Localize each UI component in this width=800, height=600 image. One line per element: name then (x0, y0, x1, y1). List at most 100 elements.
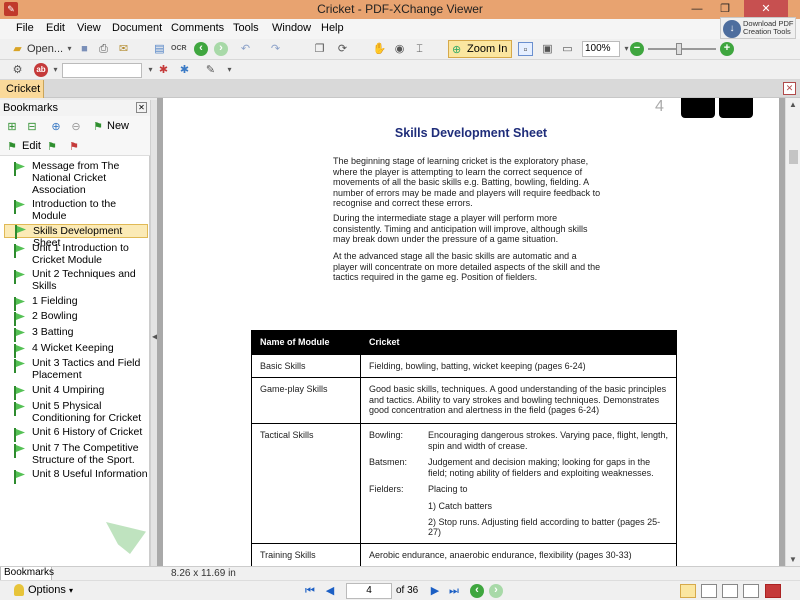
previous-view-icon[interactable]: ‹ (470, 584, 484, 598)
table-header-row: Name of Module Cricket (251, 330, 677, 355)
open-dropdown-icon[interactable]: ▾ (62, 42, 77, 56)
edit-bookmark-button[interactable]: Edit (6, 140, 41, 152)
bookmark-item[interactable]: Unit 3 Tactics and Field Placement (4, 357, 148, 381)
highlight-icon[interactable]: ✱ (156, 63, 171, 77)
facing-view-icon[interactable] (722, 584, 738, 598)
bookmark-item[interactable]: Unit 2 Techniques and Skills (4, 268, 148, 292)
bookmark-move-icon[interactable]: ⚑ (44, 140, 60, 154)
options-dropdown-icon: ▾ (68, 586, 73, 595)
bookmarks-panel-tab[interactable]: Bookmarks (0, 567, 54, 581)
bowling-key: Bowling: (369, 430, 404, 440)
bookmark-item[interactable]: Introduction to the Module (4, 198, 148, 222)
save-icon[interactable]: ■ (77, 42, 92, 56)
scroll-up-icon[interactable]: ▲ (789, 100, 797, 109)
email-icon[interactable]: ✉ (116, 42, 131, 56)
menu-tools[interactable]: Tools (233, 22, 259, 34)
bookmark-item[interactable]: 1 Fielding (4, 295, 148, 311)
fit-width-icon[interactable]: ▭ (560, 42, 575, 56)
zoom-in-tool[interactable]: ⊕ Zoom In (448, 40, 512, 58)
scan-icon[interactable]: ▤ (152, 42, 167, 56)
select-text-icon[interactable]: ⌶ (412, 42, 427, 56)
bookmark-item[interactable]: Unit 7 The Competitive Structure of the … (4, 442, 148, 466)
minimize-button[interactable]: — (684, 0, 710, 19)
delete-bookmark-icon[interactable]: ⚑ (66, 140, 82, 154)
bookmark-item[interactable]: 2 Bowling (4, 310, 148, 326)
pen-dropdown-icon[interactable]: ▾ (222, 63, 237, 77)
last-page-icon[interactable]: ⏭ (447, 584, 461, 598)
scroll-down-icon[interactable]: ▼ (789, 555, 797, 564)
menu-help[interactable]: Help (321, 22, 344, 34)
fit-page-icon[interactable]: ▣ (540, 42, 555, 56)
next-page-icon[interactable]: ▶ (428, 584, 442, 598)
rotate-icon[interactable]: ⟳ (335, 42, 350, 56)
download-pdf-tools-button[interactable]: ↓ Download PDF Creation Tools (720, 17, 796, 39)
copy-icon[interactable]: ❐ (312, 42, 327, 56)
menu-view[interactable]: View (77, 22, 101, 34)
bookmark-item[interactable]: 4 Wicket Keeping (4, 342, 148, 358)
continuous-facing-view-icon[interactable] (743, 584, 759, 598)
bookmark-item[interactable]: Unit 5 Physical Conditioning for Cricket (4, 400, 148, 424)
zoom-in-plus-icon[interactable]: + (720, 42, 734, 56)
tools-icon[interactable]: ⚙ (10, 63, 25, 77)
back-icon[interactable]: ‹ (194, 42, 208, 56)
open-folder-icon[interactable]: ▰ (10, 42, 25, 56)
new-bookmark-button[interactable]: New (107, 120, 129, 132)
print-icon[interactable]: ⎙ (96, 42, 111, 56)
bookmark-item[interactable]: Unit 8 Useful Information (4, 468, 148, 484)
fielders-item-1: 1) Catch batters (428, 500, 493, 511)
forward-icon[interactable]: › (214, 42, 228, 56)
redo-icon[interactable]: ↷ (268, 42, 283, 56)
pdf-icon[interactable] (765, 584, 781, 598)
collapse-all-icon[interactable]: ⊟ (24, 120, 40, 134)
zoom-out-icon[interactable]: − (630, 42, 644, 56)
open-button[interactable]: Open... (27, 41, 63, 57)
snapshot-icon[interactable]: ◉ (392, 42, 407, 56)
previous-page-icon[interactable]: ◀ (323, 584, 337, 598)
bookmark-zoom-in-icon[interactable]: ⊕ (48, 120, 64, 134)
bookmark-zoom-out-icon[interactable]: ⊖ (68, 120, 84, 134)
ocr-button[interactable]: OCR (171, 42, 187, 56)
bookmark-flag-icon (12, 444, 26, 458)
new-bookmark-icon[interactable]: ⚑ (90, 120, 106, 134)
menu-window[interactable]: Window (272, 22, 311, 34)
find-dropdown-icon[interactable]: ▾ (48, 63, 63, 77)
document-viewer[interactable]: 4 Skills Development Sheet The beginning… (157, 98, 785, 566)
bookmark-item[interactable]: Message from The National Cricket Associ… (4, 160, 148, 196)
find-icon[interactable]: ab (34, 63, 48, 77)
zoom-slider-thumb[interactable] (676, 43, 682, 55)
status-bar: Bookmarks 8.26 x 11.69 in (0, 566, 800, 581)
expand-all-icon[interactable]: ⊞ (4, 120, 20, 134)
comment-tool-icon[interactable]: ✱ (177, 63, 192, 77)
tab-cricket[interactable]: Cricket (0, 80, 44, 98)
bookmark-item[interactable]: 3 Batting (4, 326, 148, 342)
close-panel-icon[interactable]: ✕ (136, 102, 147, 113)
panel-splitter[interactable]: ◀ (150, 100, 158, 566)
secondary-toolbar: ⚙ ab ▾ ▾ ✱ ✱ ✎ ▾ (0, 60, 800, 80)
continuous-view-icon[interactable] (701, 584, 717, 598)
undo-icon[interactable]: ↶ (238, 42, 253, 56)
scroll-thumb[interactable] (789, 150, 798, 164)
page-number-field[interactable]: 4 (346, 583, 392, 599)
zoom-slider[interactable] (648, 48, 716, 50)
bookmark-item[interactable]: Unit 6 History of Cricket (4, 426, 148, 442)
document-tab-bar: Cricket ✕ (0, 80, 800, 98)
menu-comments[interactable]: Comments (171, 22, 224, 34)
next-view-icon[interactable]: › (489, 584, 503, 598)
hand-tool-icon[interactable]: ✋ (372, 42, 387, 56)
bookmark-item[interactable]: Unit 1 Introduction to Cricket Module (4, 242, 148, 266)
bookmark-item[interactable]: Unit 4 Umpiring (4, 384, 148, 400)
menu-file[interactable]: File (16, 22, 34, 34)
search-input[interactable] (62, 63, 142, 78)
single-page-view-icon[interactable] (680, 584, 696, 598)
actual-size-icon[interactable]: ▫ (518, 42, 533, 56)
options-button[interactable]: Options ▾ (14, 584, 73, 596)
close-tab-icon[interactable]: ✕ (783, 82, 796, 95)
pen-tool-icon[interactable]: ✎ (203, 63, 218, 77)
menu-edit[interactable]: Edit (46, 22, 65, 34)
vertical-scrollbar[interactable]: ▲ ▼ (785, 98, 800, 566)
bookmark-item-selected[interactable]: Skills Development Sheet (4, 224, 148, 249)
document-page: 4 Skills Development Sheet The beginning… (163, 98, 779, 566)
first-page-icon[interactable]: ⏮ (303, 584, 317, 598)
zoom-percent-field[interactable]: 100% (582, 41, 620, 57)
menu-document[interactable]: Document (112, 22, 162, 34)
